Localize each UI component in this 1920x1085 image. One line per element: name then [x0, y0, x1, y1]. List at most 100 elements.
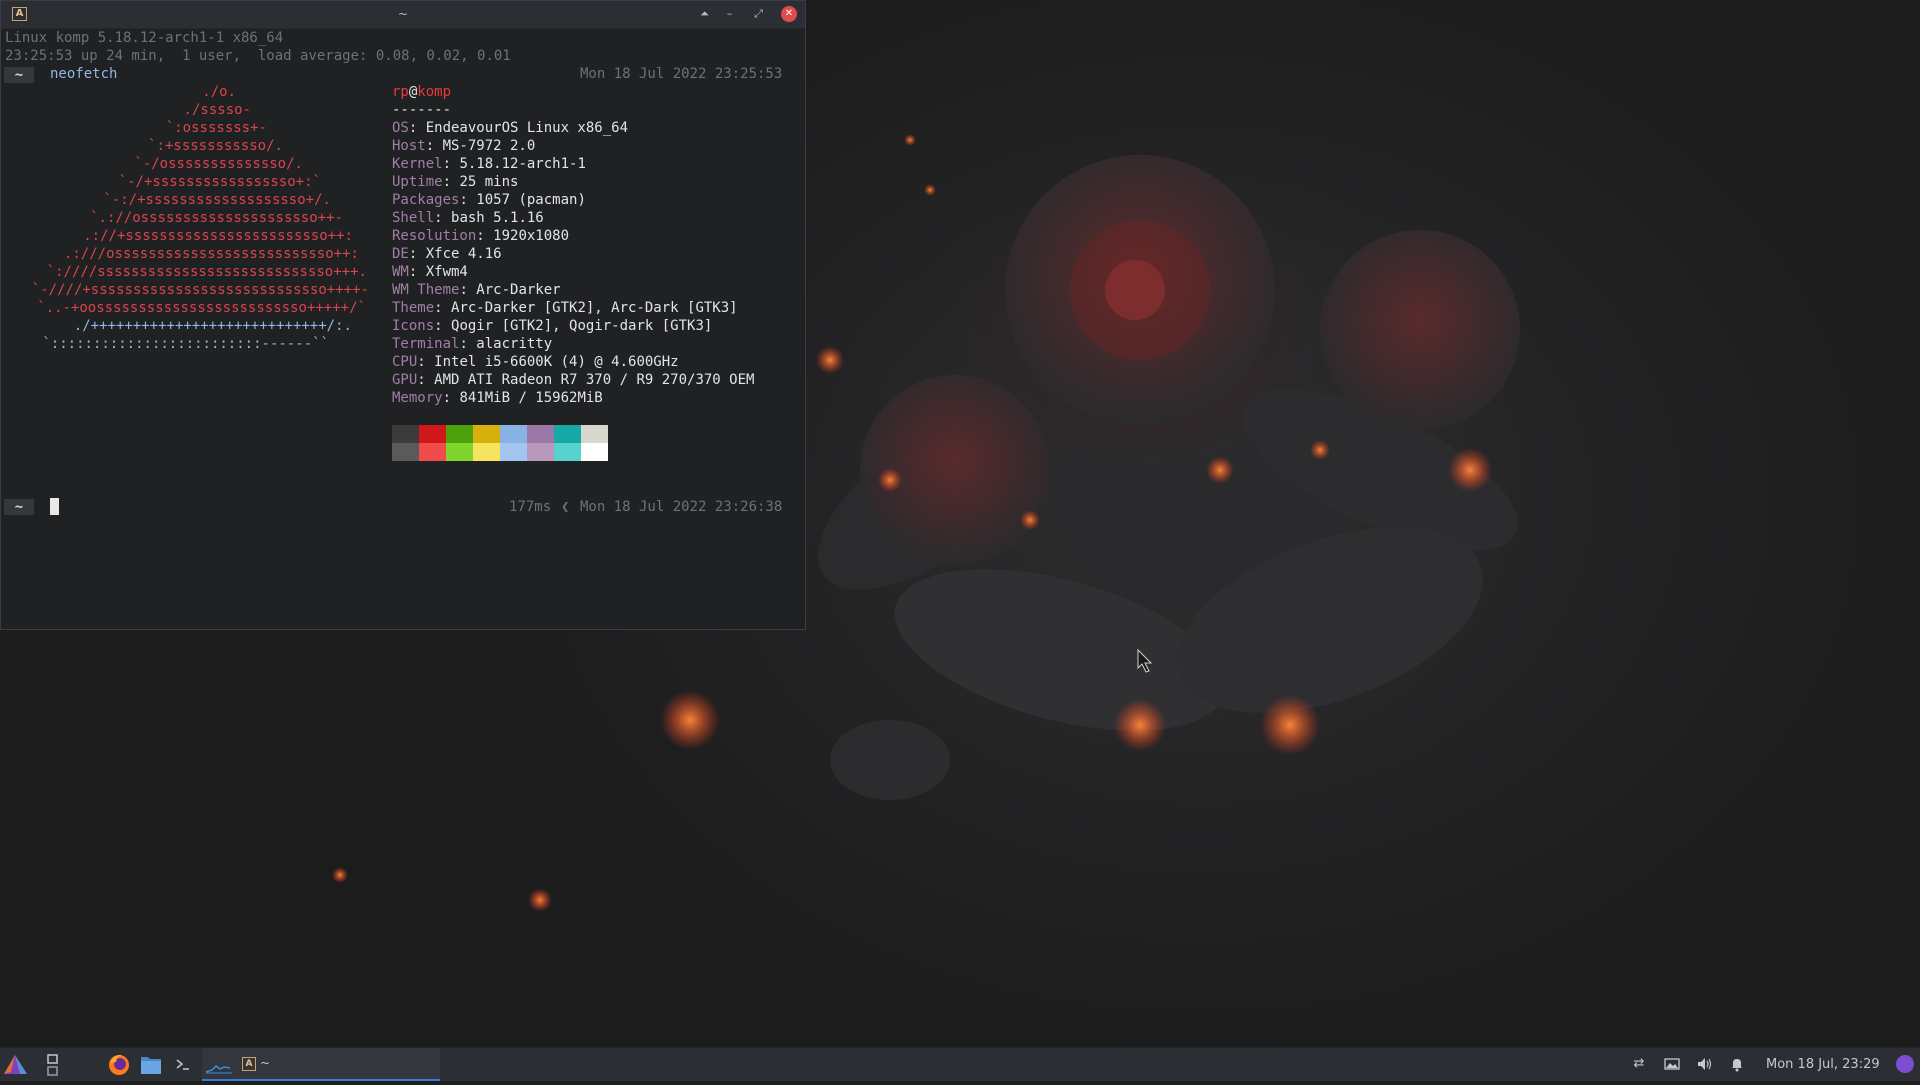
ascii-logo-line: `-/ossssssssssssso/.: [134, 155, 303, 173]
ascii-logo-line: `-////+ssssssssssssssssssssssssssso++++-: [32, 281, 369, 299]
ascii-logo-line: `..-+oosssssssssssssssssssssssso+++++/`: [37, 299, 366, 317]
color-swatch: [527, 425, 554, 443]
color-swatch: [500, 443, 527, 461]
info-row: OS: EndeavourOS Linux x86_64: [392, 119, 628, 137]
ascii-logo-red-segment: `:////ssssssssssssssssssssssssssso+++.: [46, 264, 367, 280]
window-title: ~: [397, 7, 409, 21]
info-value: 841MiB / 15962MiB: [459, 390, 603, 406]
arrow-separator: ❮: [561, 499, 570, 515]
ascii-logo-line: `:////ssssssssssssssssssssssssssso+++.: [47, 263, 367, 281]
terminal-launcher[interactable]: [170, 1048, 196, 1081]
taskbar-panel[interactable]: A ~ ⇄ Mon 18 Jul, 23:29: [0, 1047, 1920, 1081]
clock[interactable]: Mon 18 Jul, 23:29: [1766, 1057, 1880, 1072]
terminal-output[interactable]: Linux komp 5.18.12-arch1-1 x86_64 23:25:…: [1, 29, 805, 629]
ascii-logo-red-segment: ./o.: [202, 84, 236, 100]
ascii-logo-line: `:::::::::::::::::::::::::------``: [42, 335, 329, 353]
info-colon: :: [417, 372, 435, 388]
info-value: 5.18.12-arch1-1: [459, 156, 586, 172]
screenshot-icon[interactable]: [1663, 1055, 1681, 1073]
info-colon: :: [425, 138, 443, 154]
color-swatch: [581, 443, 608, 461]
info-row: Packages: 1057 (pacman): [392, 191, 586, 209]
image-icon: [1664, 1058, 1680, 1070]
color-swatch: [392, 425, 419, 443]
color-swatch: [473, 425, 500, 443]
workspace-switcher[interactable]: [44, 1048, 62, 1081]
window-titlebar[interactable]: A ~ ⏶ – ⤢ ✕: [1, 1, 805, 29]
color-swatch: [554, 425, 581, 443]
command-duration: 177ms: [509, 499, 552, 515]
shade-button[interactable]: ⏶: [697, 7, 712, 22]
info-key: Shell: [392, 210, 435, 226]
firefox-icon: [109, 1054, 129, 1075]
info-value: 25 mins: [459, 174, 519, 190]
info-colon: :: [459, 336, 477, 352]
session-menu-icon[interactable]: [1896, 1055, 1914, 1073]
info-value: EndeavourOS Linux x86_64: [425, 120, 629, 136]
user-host: rp@komp: [392, 83, 451, 101]
info-key: Host: [392, 138, 426, 154]
network-icon[interactable]: ⇄: [1630, 1055, 1648, 1073]
ascii-logo-line: `-/+sssssssssssssssso+:`: [119, 173, 321, 191]
info-row: WM Theme: Arc-Darker: [392, 281, 561, 299]
info-key: Resolution: [392, 228, 477, 244]
info-key: Icons: [392, 318, 435, 334]
maximize-button[interactable]: ⤢: [751, 7, 766, 22]
color-swatch: [554, 443, 581, 461]
workspaces-icon: [47, 1054, 58, 1076]
ascii-logo-blue-segment: `:::::::::::::::::::::::::------``: [42, 336, 329, 352]
task-label: ~: [260, 1056, 271, 1070]
close-button[interactable]: ✕: [781, 6, 797, 22]
terminal-window[interactable]: A ~ ⏶ – ⤢ ✕ Linux komp 5.18.12-arch1-1 x…: [0, 0, 806, 630]
color-swatch: [446, 425, 473, 443]
alacritty-task-icon: A: [242, 1057, 256, 1071]
notifications-icon[interactable]: [1728, 1055, 1746, 1073]
volume-icon[interactable]: [1696, 1055, 1714, 1073]
info-value: Qogir [GTK2], Qogir-dark [GTK3]: [451, 318, 713, 334]
info-value: 1920x1080: [493, 228, 570, 244]
info-row: Memory: 841MiB / 15962MiB: [392, 389, 603, 407]
username: rp: [392, 84, 409, 100]
prompt-timestamp: Mon 18 Jul 2022 23:25:53: [580, 66, 783, 82]
info-colon: :: [417, 354, 435, 370]
terminal-icon: [176, 1059, 189, 1070]
info-value: Intel i5-6600K (4) @ 4.600GHz: [434, 354, 679, 370]
ascii-logo-line: .:///ossssssssssssssssssssssssso++:: [64, 245, 359, 263]
info-colon: :: [442, 174, 460, 190]
info-colon: :: [408, 120, 426, 136]
endeavouros-logo-icon: [4, 1055, 27, 1074]
info-colon: :: [408, 246, 426, 262]
info-colon: :: [459, 192, 477, 208]
info-colon: :: [434, 318, 452, 334]
ascii-logo-line: ./o.: [202, 83, 236, 101]
prompt-badge: ~: [4, 67, 34, 83]
info-key: CPU: [392, 354, 418, 370]
info-colon: :: [476, 228, 494, 244]
speaker-icon: [1698, 1058, 1712, 1070]
info-row: Theme: Arc-Darker [GTK2], Arc-Dark [GTK3…: [392, 299, 738, 317]
info-row: Kernel: 5.18.12-arch1-1: [392, 155, 586, 173]
system-info-line: Linux komp 5.18.12-arch1-1 x86_64: [5, 30, 284, 46]
info-row: Uptime: 25 mins: [392, 173, 518, 191]
window-task-button[interactable]: A ~: [202, 1048, 440, 1081]
info-key: Theme: [392, 300, 435, 316]
info-key: WM Theme: [392, 282, 460, 298]
ascii-logo-line: `.://osssssssssssssssssssso++-: [90, 209, 343, 227]
info-colon: :: [442, 156, 460, 172]
hostname: komp: [417, 84, 452, 100]
whisker-menu-button[interactable]: [0, 1048, 32, 1081]
file-manager-launcher[interactable]: [138, 1048, 164, 1081]
text-cursor: [50, 498, 59, 515]
info-value: MS-7972 2.0: [442, 138, 536, 154]
minimize-button[interactable]: –: [722, 7, 737, 22]
info-row: Shell: bash 5.1.16: [392, 209, 544, 227]
firefox-launcher[interactable]: [106, 1048, 132, 1081]
info-value: Xfce 4.16: [425, 246, 502, 262]
ascii-logo-red-segment: `-/+sssssssssssssssso+:`: [118, 174, 321, 190]
info-row: WM: Xfwm4: [392, 263, 468, 281]
info-key: DE: [392, 246, 409, 262]
info-value: Arc-Darker [GTK2], Arc-Dark [GTK3]: [451, 300, 738, 316]
info-row: Resolution: 1920x1080: [392, 227, 569, 245]
info-colon: :: [408, 264, 426, 280]
ascii-logo-line: `-:/+sssssssssssssssssso+/.: [103, 191, 331, 209]
